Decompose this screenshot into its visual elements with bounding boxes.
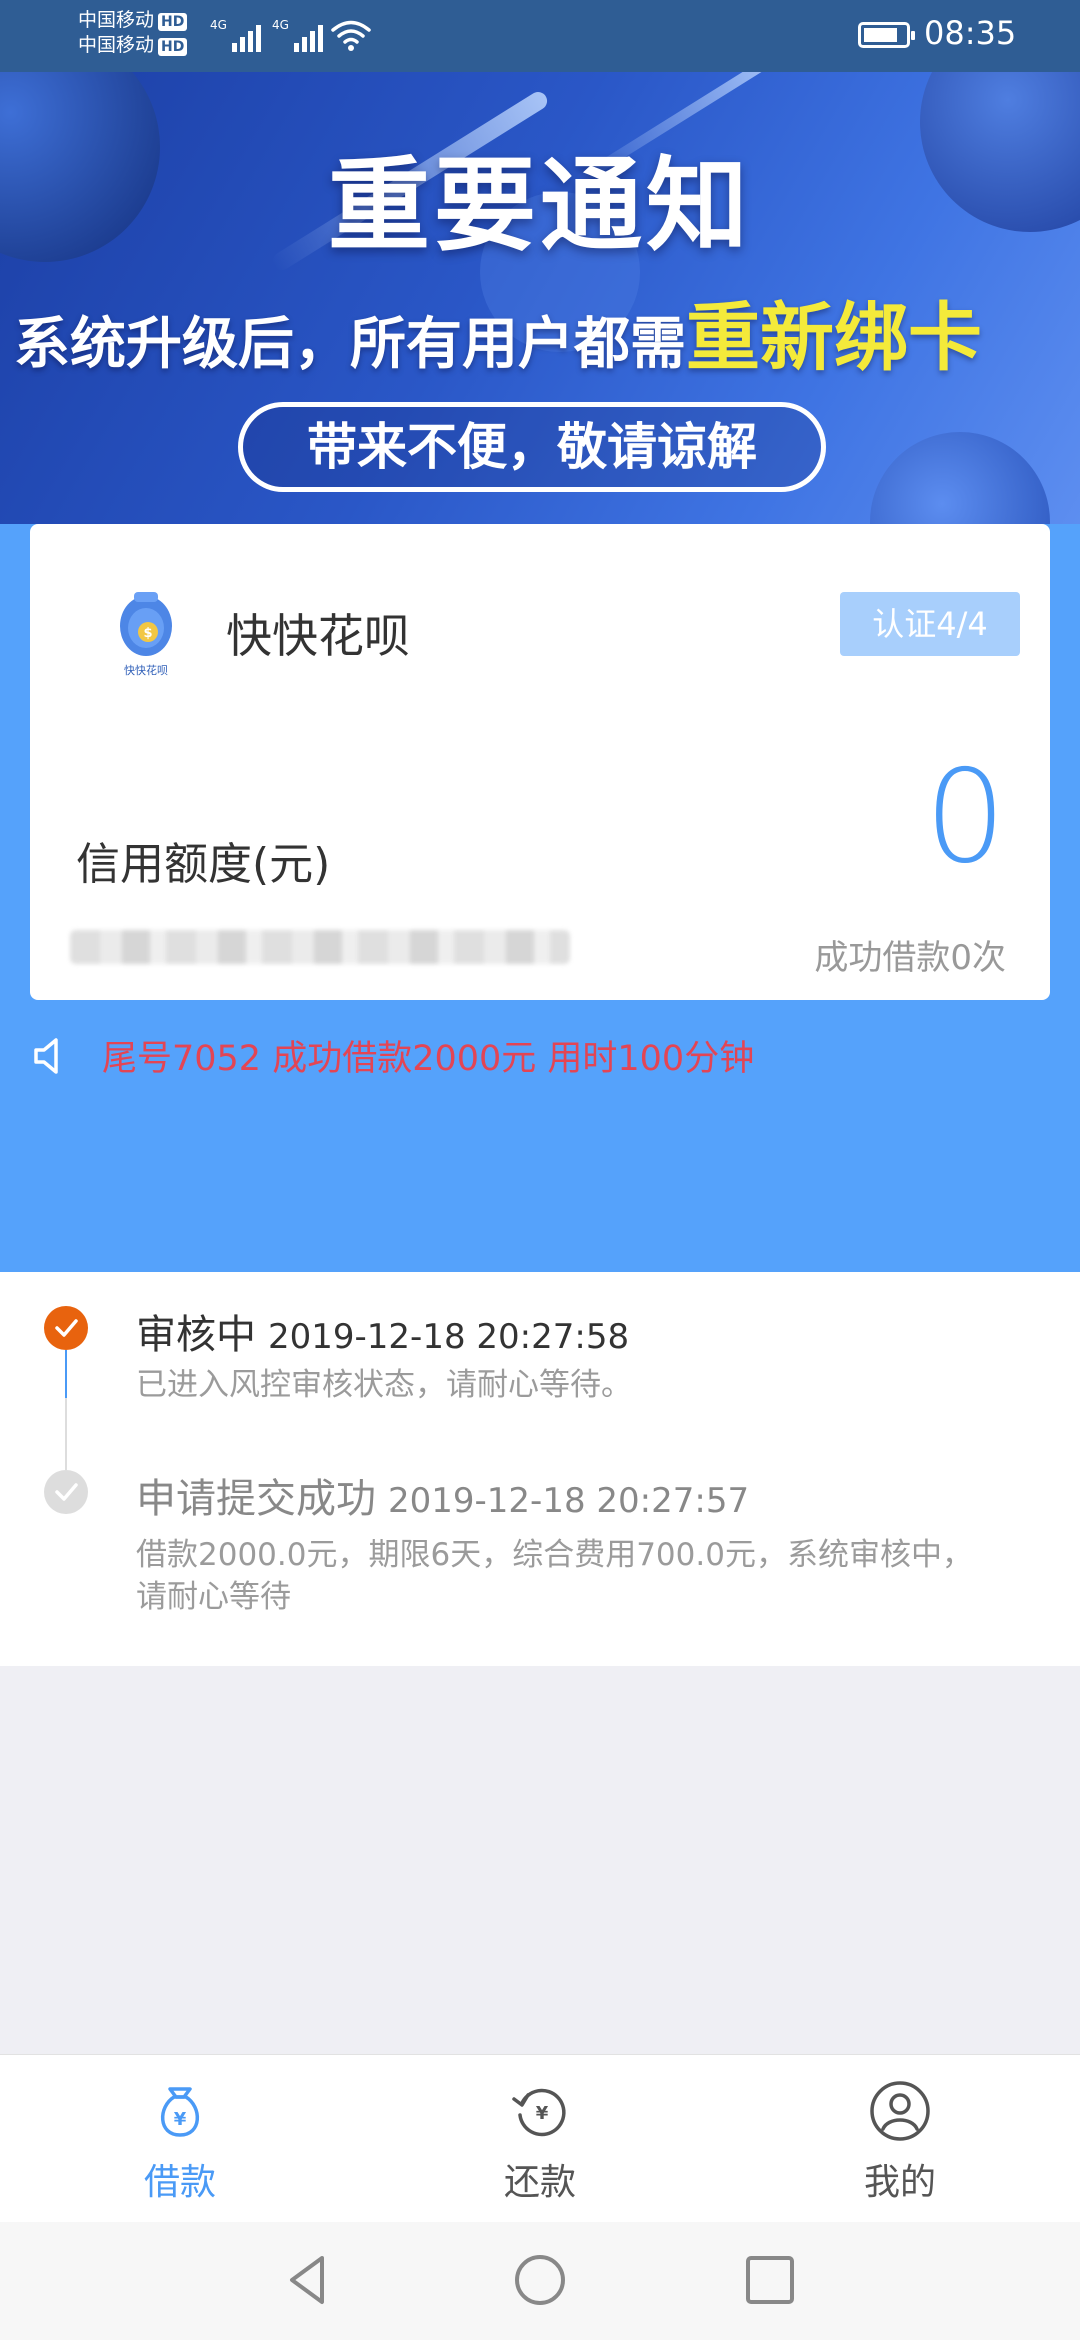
network-type-1: 4G: [210, 18, 227, 32]
timeline-item-1-time: 2019-12-18 20:27:58: [268, 1317, 630, 1357]
tab-profile-label: 我的: [863, 2162, 936, 2203]
timeline-item-2-desc-line2: 请耐心等待: [136, 1579, 291, 1615]
notice-banner[interactable]: 重要通知 系统升级后，所有用户都需重新绑卡 带来不便，敬请谅解: [0, 72, 1080, 524]
back-icon[interactable]: [278, 2250, 338, 2310]
battery-icon: [858, 22, 915, 48]
svg-text:¥: ¥: [536, 2103, 549, 2124]
wifi-icon: [331, 20, 371, 51]
hd-badge-1: HD: [158, 13, 188, 31]
check-done-icon: [44, 1470, 88, 1514]
tab-repay-label: 还款: [503, 2162, 576, 2203]
timeline-item-1-title: 审核中 2019-12-18 20:27:58: [136, 1302, 629, 1360]
notice-text: 尾号7052 成功借款2000元 用时100分钟: [102, 1039, 755, 1079]
carrier-2: 中国移动: [78, 34, 155, 56]
banner-subtitle: 系统升级后，所有用户都需重新绑卡: [14, 278, 982, 385]
timeline-item-2-status: 申请提交成功: [136, 1476, 376, 1522]
credit-card: $ 快快花呗 快快花呗 认证4/4 信用额度(元) 0 成功借款0次: [30, 524, 1050, 1000]
banner-subtitle-highlight: 重新绑卡: [686, 295, 982, 381]
credit-limit-label: 信用额度(元): [76, 839, 331, 890]
money-bag-icon: ¥: [160, 2087, 200, 2137]
app-name: 快快花呗: [226, 609, 410, 663]
repay-icon: ¥: [512, 2088, 566, 2137]
tab-loan-label: 借款: [143, 2162, 216, 2203]
speaker-icon: [34, 1037, 58, 1074]
tab-repay[interactable]: ¥ 还款: [360, 2055, 720, 2223]
timeline-line: [65, 1398, 67, 1470]
application-timeline: 审核中 2019-12-18 20:27:58 已进入风控审核状态，请耐心等待。 …: [0, 1272, 1080, 1666]
timeline-item-1-desc: 已进入风控审核状态，请耐心等待。: [136, 1367, 632, 1403]
check-active-icon: [44, 1306, 88, 1350]
timeline-item-2-time: 2019-12-18 20:27:57: [388, 1481, 750, 1521]
banner-title: 重要通知: [328, 147, 752, 266]
timeline-item-2-desc: 借款2000.0元，期限6天，综合费用700.0元，系统审核中， 请耐心等待: [136, 1534, 973, 1618]
timeline-item-1-status: 审核中: [136, 1312, 256, 1358]
banner-subtitle-prefix: 系统升级后，所有用户都需: [14, 312, 686, 377]
credit-section: $ 快快花呗 快快花呗 认证4/4 信用额度(元) 0 成功借款0次 尾号705…: [0, 524, 1080, 1272]
home-icon[interactable]: [510, 2250, 570, 2310]
recents-icon[interactable]: [740, 2250, 800, 2310]
banner-orb: [870, 432, 1050, 524]
network-type-2: 4G: [272, 18, 289, 32]
certification-button[interactable]: 认证4/4: [840, 592, 1020, 656]
timeline-line-active: [65, 1350, 67, 1398]
timeline-item-2-title: 申请提交成功 2019-12-18 20:27:57: [136, 1466, 749, 1524]
success-loan-count: 成功借款0次: [814, 938, 1006, 978]
timeline-item-2-desc-line1: 借款2000.0元，期限6天，综合费用700.0元，系统审核中，: [136, 1537, 973, 1573]
signal-icon-1: 4G: [210, 18, 261, 52]
svg-text:$: $: [143, 626, 152, 641]
blurred-info: [70, 930, 570, 964]
clock: 08:35: [924, 14, 1017, 52]
user-icon: [870, 2081, 930, 2141]
hd-badge-2: HD: [158, 38, 188, 56]
notice-ticker: 尾号7052 成功借款2000元 用时100分钟: [30, 1030, 754, 1081]
system-navigation-bar: [0, 2222, 1080, 2340]
carrier-info: 中国移动 HD 中国移动 HD: [78, 8, 188, 58]
svg-text:¥: ¥: [174, 2109, 187, 2130]
svg-text:快快花呗: 快快花呗: [124, 664, 168, 677]
carrier-1: 中国移动: [78, 9, 155, 31]
signal-icon-2: 4G: [272, 18, 323, 52]
bottom-tab-bar: ¥ 借款 ¥ 还款 我的: [0, 2054, 1080, 2222]
banner-apology-pill: 带来不便，敬请谅解: [238, 402, 826, 492]
app-logo-icon: $ 快快花呗: [120, 592, 172, 677]
credit-limit-value: 0: [924, 743, 1006, 892]
status-bar: 中国移动 HD 中国移动 HD 4G 4G 08:35: [0, 0, 1080, 72]
tab-profile[interactable]: 我的: [720, 2055, 1080, 2223]
tab-loan[interactable]: ¥ 借款: [0, 2055, 360, 2223]
